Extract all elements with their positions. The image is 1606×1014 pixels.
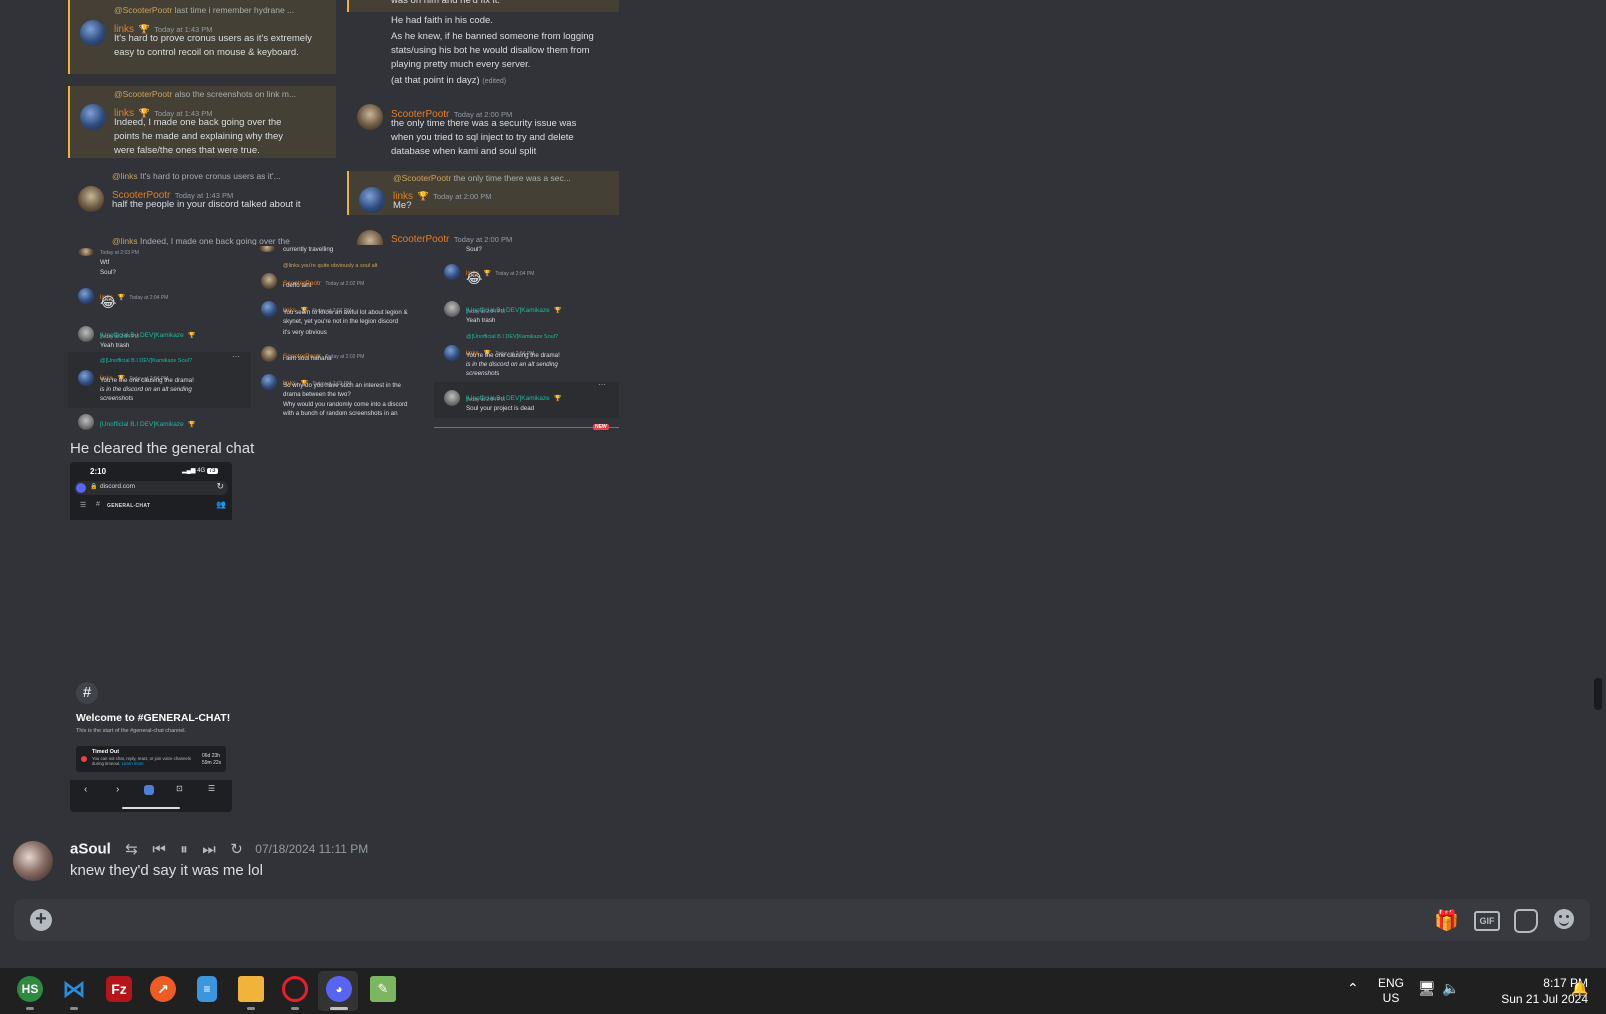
- trophy-icon: 🏆: [188, 422, 196, 428]
- avatar: [80, 104, 106, 130]
- message-body: knew they'd say it was me lol: [70, 862, 263, 879]
- phone-nav-bar: ‹ › ⊡ ☰: [70, 780, 232, 812]
- avatar: [261, 346, 277, 362]
- avatar: [357, 230, 383, 245]
- message-author[interactable]: aSoul: [70, 841, 111, 858]
- screenshot-column-left: @ScooterPootr last time i remember hydra…: [68, 0, 336, 245]
- timeout-icon: [81, 756, 87, 762]
- next-track-icon[interactable]: ⏭: [202, 841, 216, 858]
- refresh-icon[interactable]: ↻: [216, 481, 224, 492]
- embedded-screenshot-chat[interactable]: Today at 2:03 PM Wtf Soul? links 🏆 Today…: [68, 246, 619, 432]
- emoji-icon[interactable]: [1554, 909, 1574, 929]
- menu-icon[interactable]: ☰: [208, 784, 215, 793]
- members-icon[interactable]: 👥: [216, 500, 226, 509]
- message-item: @links It's hard to prove cronus users a…: [68, 168, 336, 228]
- tabs-icon[interactable]: ⊡: [176, 784, 183, 793]
- pause-icon[interactable]: ⏸: [180, 841, 188, 858]
- opera-icon[interactable]: [282, 976, 308, 1002]
- message-timestamp: 07/18/2024 11:11 PM: [255, 842, 369, 856]
- add-attachment-icon[interactable]: +: [30, 909, 52, 931]
- trophy-icon: 🏆: [117, 295, 125, 301]
- avatar: [261, 273, 277, 289]
- avatar: [444, 390, 460, 406]
- profile-icon: [76, 483, 86, 493]
- embedded-phone-screenshot[interactable]: 2:10 ▂▄▆ 4G 73 🔒 discord.com ↻ ☰ # GENER…: [70, 462, 232, 812]
- avatar: [78, 326, 94, 342]
- message-item: @ScooterPootr the only time there was a …: [347, 171, 619, 215]
- message-header: aSoul ⇆ ⏮ ⏸ ⏭ ↻ 07/18/2024 11:11 PM: [70, 840, 369, 859]
- filezilla-icon[interactable]: Fz: [106, 976, 132, 1002]
- avatar: [444, 301, 460, 317]
- repeat-icon[interactable]: ↻: [230, 841, 243, 858]
- app-icon[interactable]: [144, 785, 154, 795]
- home-indicator: [122, 807, 180, 809]
- avatar: [80, 20, 106, 46]
- message-input-bar[interactable]: + 🎁 GIF: [14, 899, 1590, 941]
- trophy-icon: 🏆: [554, 308, 562, 314]
- message-item: @ScooterPootr also the screenshots on li…: [68, 86, 336, 158]
- avatar: [444, 345, 460, 361]
- gif-icon[interactable]: GIF: [1474, 911, 1500, 931]
- show-hidden-icons-chevron-up-icon[interactable]: ⌃: [1347, 980, 1359, 997]
- windows-taskbar: HS ⋈ Fz ↗ ≡ ◕ ✎ ⌃ ENG US 🖥 🔈 8:17 PM Sun…: [0, 968, 1606, 1014]
- new-badge: NEW: [593, 424, 609, 430]
- lock-icon: 🔒: [90, 484, 98, 490]
- trophy-icon: 🏆: [188, 333, 196, 339]
- scrollbar-thumb[interactable]: [1594, 678, 1602, 710]
- screenshot-column-1: Today at 2:03 PM Wtf Soul? links 🏆 Today…: [68, 246, 251, 432]
- previous-track-icon[interactable]: ⏮: [152, 841, 166, 858]
- message-item: ScooterPootr Today at 2:00 PM the only t…: [347, 100, 619, 160]
- timeout-notice: Timed Out You can not chat, reply, react…: [76, 746, 226, 772]
- avatar: [261, 374, 277, 390]
- network-icon[interactable]: 🖥: [1418, 980, 1436, 997]
- notepad-icon[interactable]: ≡: [197, 976, 217, 1002]
- browser-address-bar[interactable]: 🔒 discord.com ↻: [74, 481, 228, 495]
- editor-icon[interactable]: ✎: [370, 976, 396, 1002]
- vscode-icon[interactable]: ⋈: [61, 976, 87, 1003]
- menu-icon[interactable]: ☰: [80, 501, 86, 509]
- avatar: [444, 264, 460, 280]
- file-explorer-icon[interactable]: [238, 976, 264, 1002]
- laughing-emoji: 😂: [466, 270, 483, 286]
- avatar: [78, 370, 94, 386]
- trophy-icon: 🏆: [554, 396, 562, 402]
- postman-icon[interactable]: ↗: [150, 976, 176, 1002]
- more-options-icon[interactable]: ···: [232, 352, 240, 361]
- more-options-icon[interactable]: ···: [598, 380, 606, 389]
- embedded-screenshot-replies[interactable]: @ScooterPootr last time i remember hydra…: [68, 0, 619, 245]
- avatar: [78, 288, 94, 304]
- avatar: [78, 186, 104, 212]
- avatar[interactable]: [13, 841, 53, 881]
- message-caption: He cleared the general chat: [70, 440, 255, 457]
- discord-icon[interactable]: ◕: [326, 976, 352, 1002]
- screenshot-column-2: currently travelling @links you're quite…: [251, 246, 434, 432]
- message-item: @links Indeed, I made one back going ove…: [112, 236, 290, 245]
- signal-icon: ▂▄▆: [182, 468, 196, 474]
- trophy-icon: 🏆: [483, 271, 491, 277]
- avatar: [261, 301, 277, 317]
- new-messages-divider: [434, 427, 619, 428]
- battery-icon: 73: [206, 468, 218, 474]
- screenshot-column-right: was on him and he'd fix it. He had faith…: [347, 0, 619, 245]
- language-indicator[interactable]: ENG US: [1378, 976, 1404, 1006]
- notification-bell-icon[interactable]: 🔔: [1571, 980, 1588, 997]
- avatar: [78, 414, 94, 430]
- hash-icon: #: [96, 501, 100, 508]
- laughing-emoji: 😂: [100, 294, 117, 310]
- forward-icon[interactable]: ›: [116, 784, 119, 795]
- message-item: @ScooterPootr last time i remember hydra…: [68, 0, 336, 74]
- screenshot-column-3: Soul? links 🏆 Today at 2:04 PM 😂 [Unoffi…: [434, 246, 619, 432]
- hs-app-icon[interactable]: HS: [17, 976, 43, 1002]
- shuffle-icon[interactable]: ⇆: [125, 841, 138, 858]
- volume-icon[interactable]: 🔈: [1442, 980, 1459, 997]
- message-item: ScooterPootr Today at 2:00 PM: [347, 226, 619, 245]
- trophy-icon: 🏆: [417, 191, 429, 201]
- back-icon[interactable]: ‹: [84, 784, 87, 795]
- avatar: [359, 187, 385, 213]
- channel-hash-icon: #: [76, 682, 98, 704]
- avatar: [357, 104, 383, 130]
- gift-icon[interactable]: 🎁: [1434, 908, 1459, 933]
- sticker-icon[interactable]: [1514, 909, 1538, 933]
